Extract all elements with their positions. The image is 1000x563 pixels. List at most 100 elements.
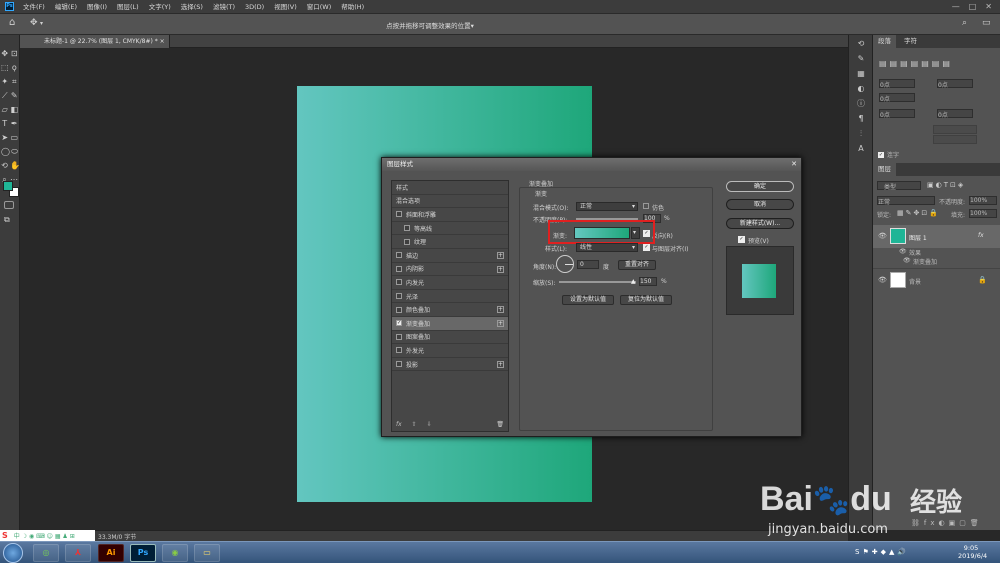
scale-slider-thumb[interactable]: ▲ (631, 278, 636, 285)
style-item-13[interactable]: 投影 + (392, 358, 508, 372)
space-after-field[interactable]: 0点 (937, 109, 973, 119)
style-item-11[interactable]: 图案叠加 (392, 331, 508, 345)
style-checkbox[interactable] (396, 361, 402, 368)
scale-field[interactable]: 150 (639, 277, 657, 286)
clock[interactable]: 9:05 2019/6/4 (958, 544, 987, 560)
style-checkbox[interactable] (404, 225, 410, 232)
swatches-icon[interactable]: ▦ (853, 68, 869, 80)
restore-icon[interactable]: □ (969, 2, 977, 11)
indent-first-field[interactable]: 0点 (879, 93, 915, 103)
style-item-1[interactable]: 混合选项 (392, 195, 508, 209)
close-icon[interactable]: ✕ (791, 160, 797, 168)
move-up-icon[interactable]: ⇧ (412, 421, 417, 428)
workspace-icon[interactable]: ▭ (982, 18, 991, 28)
style-checkbox[interactable]: ✓ (396, 320, 402, 327)
scale-slider[interactable] (559, 281, 636, 283)
style-checkbox[interactable] (396, 306, 402, 313)
style-checkbox[interactable] (396, 293, 402, 300)
close-icon[interactable]: ✕ (985, 2, 992, 11)
style-checkbox[interactable] (404, 238, 410, 245)
add-style-icon[interactable]: + (497, 360, 504, 368)
style-dropdown[interactable]: 线性 ▾ (576, 243, 638, 252)
gradient-overlay-effect[interactable]: 渐变叠加 (913, 257, 937, 266)
photoshop-icon[interactable]: Ps (130, 544, 156, 562)
foreground-color-swatch[interactable] (3, 181, 13, 191)
rectangle-tool-icon[interactable]: ▭ (10, 132, 18, 144)
layer-row-background[interactable]: 👁 背景 🔒 (873, 268, 1000, 290)
style-checkbox[interactable] (396, 252, 402, 259)
crop-tool-icon[interactable]: ⌗ (11, 76, 19, 88)
menu-item-2[interactable]: 图像(I) (82, 0, 112, 14)
layer-name[interactable]: 图层 1 (909, 233, 927, 242)
menu-item-0[interactable]: 文件(F) (18, 0, 50, 14)
menu-item-9[interactable]: 窗口(W) (302, 0, 337, 14)
paragraph-icon[interactable]: ¶ (853, 113, 869, 125)
style-item-12[interactable]: 外发光 (392, 344, 508, 358)
gradient-effect-eye-icon[interactable]: 👁 (903, 257, 911, 264)
dither-checkbox[interactable] (643, 203, 649, 209)
style-checkbox[interactable] (396, 265, 402, 272)
character-icon[interactable]: A (853, 143, 869, 155)
blend-mode-dropdown[interactable]: 正常 ▾ (576, 202, 638, 211)
style-item-2[interactable]: 斜面和浮雕 (392, 208, 508, 222)
new-style-button[interactable]: 新建样式(W)... (726, 218, 794, 229)
style-item-9[interactable]: 颜色叠加 + (392, 303, 508, 317)
hand-tool-icon[interactable]: ✋ (10, 160, 20, 172)
tab-layers[interactable]: 图层 (873, 163, 896, 176)
ime-tray-icons[interactable]: 中 ☽ ◉ ⌨ ☺ ▦ ♟ ⊞ (14, 531, 75, 540)
menu-item-5[interactable]: 选择(S) (176, 0, 208, 14)
make-default-button[interactable]: 设置为默认值 (562, 295, 614, 305)
sogou-icon[interactable]: S (2, 531, 8, 540)
info-icon[interactable]: ⓘ (853, 98, 869, 110)
trash-icon[interactable]: 🗑 (496, 421, 504, 428)
align-checkbox[interactable]: ✓ (643, 244, 650, 251)
eye-icon[interactable]: 👁 (878, 232, 887, 240)
eraser-tool-icon[interactable]: ▱ (1, 104, 8, 116)
document-tab[interactable]: 未标题-1 @ 22.7% (图层 1, CMYK/8#) * × (20, 35, 170, 48)
layer-kind-filter[interactable]: 类型 (877, 181, 921, 191)
marquee-tool-icon[interactable]: ⬚ (1, 62, 9, 74)
reset-align-button[interactable]: 重置对齐 (618, 260, 656, 270)
magic-wand-icon[interactable]: ✦ (1, 76, 9, 88)
style-item-6[interactable]: 内阴影 + (392, 263, 508, 277)
style-item-3[interactable]: 等高线 (392, 222, 508, 236)
style-item-4[interactable]: 纹理 (392, 235, 508, 249)
brush-tool-icon[interactable]: ✎ (11, 90, 19, 102)
style-item-7[interactable]: 内发光 (392, 276, 508, 290)
menu-item-3[interactable]: 图层(L) (112, 0, 144, 14)
eyedropper-icon[interactable]: ⟋ (1, 90, 9, 102)
style-item-5[interactable]: 描边 + (392, 249, 508, 263)
layer-name[interactable]: 背景 (909, 277, 921, 286)
style-item-8[interactable]: 光泽 (392, 290, 508, 304)
shape-tool-icon[interactable]: ⬭ (11, 146, 18, 158)
fx-icon[interactable]: fx (978, 232, 984, 239)
add-style-icon[interactable]: + (497, 319, 504, 327)
gradient-tool-icon[interactable]: ◧ (10, 104, 18, 116)
ok-button[interactable]: 确定 (726, 181, 794, 192)
illustrator-icon[interactable]: Ai (98, 544, 124, 562)
menu-item-7[interactable]: 3D(D) (240, 0, 269, 14)
system-tray-icons[interactable]: S⚑✚◆▲🔊 (855, 548, 909, 556)
minimize-icon[interactable]: — (952, 2, 960, 11)
lock-icons[interactable]: ▦✎✥⊡🔒 (897, 209, 940, 217)
layer-row-1[interactable]: 👁 图层 1 fx (873, 225, 1000, 248)
tab-paragraph[interactable]: 段落 (873, 35, 896, 48)
path-select-icon[interactable]: ➤ (1, 132, 8, 144)
menu-item-8[interactable]: 视图(V) (269, 0, 302, 14)
style-checkbox[interactable] (396, 279, 402, 286)
paragraph-align-icons[interactable]: ▤▤▤▤▤▤▤ (879, 59, 953, 68)
angle-field[interactable]: 0 (577, 260, 599, 269)
type-tool-icon[interactable]: T (1, 118, 9, 130)
quick-mask-icon[interactable] (4, 201, 14, 209)
layer-filter-icons[interactable]: ▣◐T⊡◈ (927, 181, 965, 189)
menu-item-10[interactable]: 帮助(H) (336, 0, 369, 14)
lasso-tool-icon[interactable]: ϙ (11, 62, 18, 74)
ellipse-tool-icon[interactable]: ◯ (1, 146, 10, 158)
style-item-0[interactable]: 样式 (392, 181, 508, 195)
ime-toolbar[interactable]: S 中 ☽ ◉ ⌨ ☺ ▦ ♟ ⊞ (0, 530, 95, 541)
fx-icon[interactable]: fx (396, 421, 402, 428)
indent-left-field[interactable]: 0点 (879, 79, 915, 89)
menu-item-6[interactable]: 滤镜(T) (208, 0, 240, 14)
adjust-icon[interactable]: ⫶ (853, 128, 869, 140)
hyphenate-option[interactable]: ✓ 连字 (878, 150, 899, 159)
